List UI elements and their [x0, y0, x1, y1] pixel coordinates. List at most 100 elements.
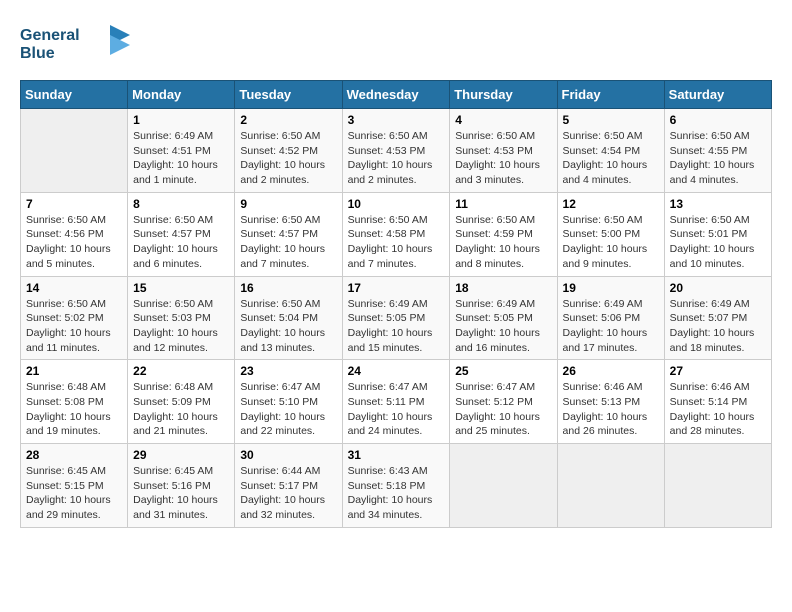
calendar-cell: 16 Sunrise: 6:50 AMSunset: 5:04 PMDayligh…: [235, 276, 342, 360]
day-number: 9: [240, 197, 336, 211]
calendar-cell: 29 Sunrise: 6:45 AMSunset: 5:16 PMDayligh…: [128, 444, 235, 528]
day-number: 14: [26, 281, 122, 295]
day-info: Sunrise: 6:50 AMSunset: 5:04 PMDaylight:…: [240, 297, 336, 356]
calendar-cell: 15Sunrise: 6:50 AMSunset: 5:03 PMDayligh…: [128, 276, 235, 360]
day-info: Sunrise: 6:45 AMSunset: 5:16 PMDaylight:…: [133, 464, 229, 523]
calendar-cell: 14 Sunrise: 6:50 AMSunset: 5:02 PMDayligh…: [21, 276, 128, 360]
day-info: Sunrise: 6:50 AMSunset: 4:53 PMDaylight:…: [455, 129, 551, 188]
day-number: 17: [348, 281, 445, 295]
day-number: 16: [240, 281, 336, 295]
day-info: Sunrise: 6:50 AMSunset: 4:58 PMDaylight:…: [348, 213, 445, 272]
calendar-week-1: 1 Sunrise: 6:49 AMSunset: 4:51 PMDaylight…: [21, 109, 772, 193]
calendar-cell: 21Sunrise: 6:48 AMSunset: 5:08 PMDayligh…: [21, 360, 128, 444]
day-info: Sunrise: 6:49 AMSunset: 5:05 PMDaylight:…: [455, 297, 551, 356]
day-info: Sunrise: 6:50 AMSunset: 4:57 PMDaylight:…: [133, 213, 229, 272]
day-number: 10: [348, 197, 445, 211]
calendar-cell: 10 Sunrise: 6:50 AMSunset: 4:58 PMDayligh…: [342, 192, 450, 276]
day-info: Sunrise: 6:50 AMSunset: 4:52 PMDaylight:…: [240, 129, 336, 188]
weekday-header-friday: Friday: [557, 81, 664, 109]
day-info: Sunrise: 6:43 AMSunset: 5:18 PMDaylight:…: [348, 464, 445, 523]
calendar-cell: 7 Sunrise: 6:50 AMSunset: 4:56 PMDaylight…: [21, 192, 128, 276]
day-info: Sunrise: 6:49 AMSunset: 5:07 PMDaylight:…: [670, 297, 766, 356]
calendar-cell: 31 Sunrise: 6:43 AMSunset: 5:18 PMDayligh…: [342, 444, 450, 528]
calendar-cell: [664, 444, 771, 528]
svg-text:General: General: [20, 27, 80, 44]
day-info: Sunrise: 6:47 AMSunset: 5:10 PMDaylight:…: [240, 380, 336, 439]
day-number: 22: [133, 364, 229, 378]
calendar-cell: 17 Sunrise: 6:49 AMSunset: 5:05 PMDayligh…: [342, 276, 450, 360]
day-info: Sunrise: 6:48 AMSunset: 5:08 PMDaylight:…: [26, 380, 122, 439]
calendar-cell: 19Sunrise: 6:49 AMSunset: 5:06 PMDayligh…: [557, 276, 664, 360]
calendar-cell: 5 Sunrise: 6:50 AMSunset: 4:54 PMDaylight…: [557, 109, 664, 193]
calendar-cell: 11 Sunrise: 6:50 AMSunset: 4:59 PMDayligh…: [450, 192, 557, 276]
calendar-week-2: 7 Sunrise: 6:50 AMSunset: 4:56 PMDaylight…: [21, 192, 772, 276]
day-number: 19: [563, 281, 659, 295]
day-number: 12: [563, 197, 659, 211]
day-info: Sunrise: 6:47 AMSunset: 5:11 PMDaylight:…: [348, 380, 445, 439]
day-number: 2: [240, 113, 336, 127]
day-info: Sunrise: 6:50 AMSunset: 4:54 PMDaylight:…: [563, 129, 659, 188]
calendar-cell: [450, 444, 557, 528]
day-number: 3: [348, 113, 445, 127]
calendar-cell: 4 Sunrise: 6:50 AMSunset: 4:53 PMDaylight…: [450, 109, 557, 193]
day-info: Sunrise: 6:49 AMSunset: 4:51 PMDaylight:…: [133, 129, 229, 188]
day-info: Sunrise: 6:50 AMSunset: 4:56 PMDaylight:…: [26, 213, 122, 272]
day-number: 30: [240, 448, 336, 462]
day-info: Sunrise: 6:44 AMSunset: 5:17 PMDaylight:…: [240, 464, 336, 523]
day-number: 4: [455, 113, 551, 127]
calendar-cell: 3 Sunrise: 6:50 AMSunset: 4:53 PMDaylight…: [342, 109, 450, 193]
day-info: Sunrise: 6:49 AMSunset: 5:05 PMDaylight:…: [348, 297, 445, 356]
calendar-cell: 30 Sunrise: 6:44 AMSunset: 5:17 PMDayligh…: [235, 444, 342, 528]
calendar-cell: 22 Sunrise: 6:48 AMSunset: 5:09 PMDayligh…: [128, 360, 235, 444]
day-number: 1: [133, 113, 229, 127]
weekday-header-tuesday: Tuesday: [235, 81, 342, 109]
day-info: Sunrise: 6:50 AMSunset: 4:53 PMDaylight:…: [348, 129, 445, 188]
day-info: Sunrise: 6:50 AMSunset: 5:00 PMDaylight:…: [563, 213, 659, 272]
day-number: 28: [26, 448, 122, 462]
calendar-cell: 25Sunrise: 6:47 AMSunset: 5:12 PMDayligh…: [450, 360, 557, 444]
day-info: Sunrise: 6:50 AMSunset: 5:02 PMDaylight:…: [26, 297, 122, 356]
weekday-header-wednesday: Wednesday: [342, 81, 450, 109]
day-number: 20: [670, 281, 766, 295]
day-number: 7: [26, 197, 122, 211]
day-info: Sunrise: 6:45 AMSunset: 5:15 PMDaylight:…: [26, 464, 122, 523]
page-header: General Blue: [20, 20, 772, 70]
day-number: 27: [670, 364, 766, 378]
day-info: Sunrise: 6:46 AMSunset: 5:14 PMDaylight:…: [670, 380, 766, 439]
day-number: 6: [670, 113, 766, 127]
weekday-header-sunday: Sunday: [21, 81, 128, 109]
day-number: 5: [563, 113, 659, 127]
day-info: Sunrise: 6:50 AMSunset: 4:55 PMDaylight:…: [670, 129, 766, 188]
weekday-header-thursday: Thursday: [450, 81, 557, 109]
day-number: 13: [670, 197, 766, 211]
calendar-week-4: 21Sunrise: 6:48 AMSunset: 5:08 PMDayligh…: [21, 360, 772, 444]
day-number: 29: [133, 448, 229, 462]
calendar-cell: 23 Sunrise: 6:47 AMSunset: 5:10 PMDayligh…: [235, 360, 342, 444]
day-info: Sunrise: 6:50 AMSunset: 5:03 PMDaylight:…: [133, 297, 229, 356]
day-info: Sunrise: 6:50 AMSunset: 5:01 PMDaylight:…: [670, 213, 766, 272]
day-info: Sunrise: 6:47 AMSunset: 5:12 PMDaylight:…: [455, 380, 551, 439]
calendar-cell: 13 Sunrise: 6:50 AMSunset: 5:01 PMDayligh…: [664, 192, 771, 276]
day-number: 23: [240, 364, 336, 378]
day-info: Sunrise: 6:48 AMSunset: 5:09 PMDaylight:…: [133, 380, 229, 439]
calendar-cell: 18 Sunrise: 6:49 AMSunset: 5:05 PMDayligh…: [450, 276, 557, 360]
calendar-cell: 26Sunrise: 6:46 AMSunset: 5:13 PMDayligh…: [557, 360, 664, 444]
calendar-cell: 27 Sunrise: 6:46 AMSunset: 5:14 PMDayligh…: [664, 360, 771, 444]
day-number: 18: [455, 281, 551, 295]
logo-text: General Blue: [20, 20, 130, 70]
weekday-header-monday: Monday: [128, 81, 235, 109]
day-info: Sunrise: 6:46 AMSunset: 5:13 PMDaylight:…: [563, 380, 659, 439]
calendar-table: SundayMondayTuesdayWednesdayThursdayFrid…: [20, 80, 772, 528]
day-info: Sunrise: 6:50 AMSunset: 4:59 PMDaylight:…: [455, 213, 551, 272]
weekday-header-saturday: Saturday: [664, 81, 771, 109]
calendar-body: 1 Sunrise: 6:49 AMSunset: 4:51 PMDaylight…: [21, 109, 772, 528]
calendar-cell: 20 Sunrise: 6:49 AMSunset: 5:07 PMDayligh…: [664, 276, 771, 360]
calendar-cell: 1 Sunrise: 6:49 AMSunset: 4:51 PMDaylight…: [128, 109, 235, 193]
logo: General Blue: [20, 20, 130, 70]
calendar-cell: 24Sunrise: 6:47 AMSunset: 5:11 PMDayligh…: [342, 360, 450, 444]
day-number: 31: [348, 448, 445, 462]
day-number: 11: [455, 197, 551, 211]
day-number: 8: [133, 197, 229, 211]
calendar-cell: 2 Sunrise: 6:50 AMSunset: 4:52 PMDaylight…: [235, 109, 342, 193]
calendar-cell: [21, 109, 128, 193]
